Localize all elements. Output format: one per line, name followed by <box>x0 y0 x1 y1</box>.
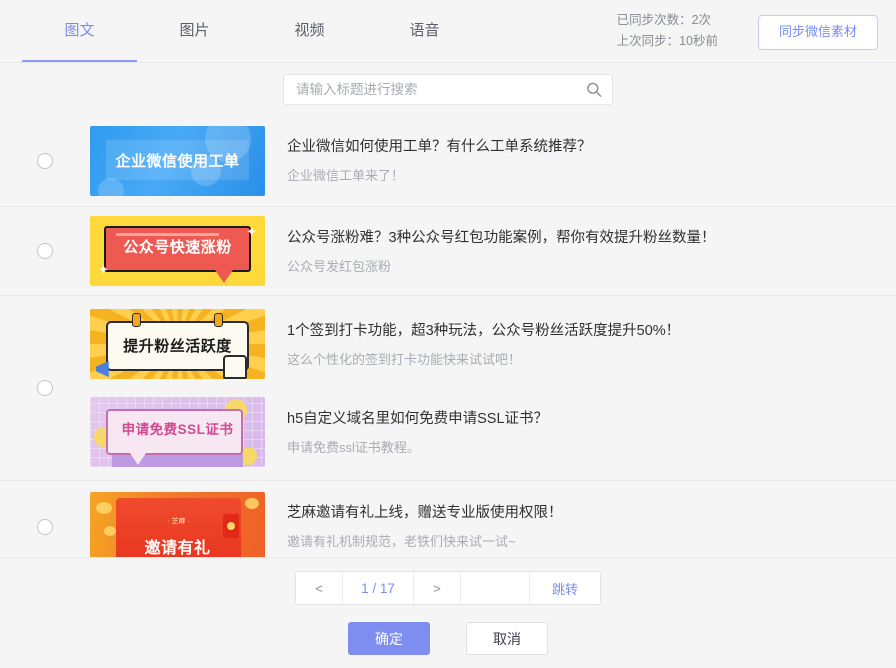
article-description: 企业微信工单来了！ <box>287 168 405 183</box>
confirm-button[interactable]: 确定 <box>348 622 430 655</box>
radio-button[interactable] <box>37 152 53 169</box>
tab-tupian[interactable]: 图片 <box>137 0 252 62</box>
pagination-jump-button[interactable]: 跳转 <box>530 572 600 604</box>
article-text: 公众号涨粉难？3种公众号红包功能案例，帮你有效提升粉丝数量！ 公众号发红包涨粉 <box>265 227 716 276</box>
article-text: 芝麻邀请有礼上线，赠送专业版使用权限！ 邀请有礼机制规范，老铁们快来试一试~ <box>265 502 563 551</box>
row-select-cell[interactable] <box>0 152 90 169</box>
pagination-current-page: 1 / 17 <box>343 572 414 604</box>
cancel-button[interactable]: 取消 <box>466 622 548 655</box>
article-text: h5自定义域名里如何免费申请SSL证书？ 申请免费ssl证书教程。 <box>265 408 548 457</box>
list-item[interactable]: ✦ ✦ 公众号快速涨粉 公众号涨粉难？3种公众号红包功能案例，帮你有效提升粉丝数量… <box>90 207 896 295</box>
radio-button[interactable] <box>37 518 53 535</box>
article-thumbnail: 企业微信使用工单 <box>90 125 265 196</box>
pagination-next-button[interactable]: > <box>414 572 461 604</box>
search-icon[interactable] <box>585 81 602 98</box>
sync-count-text: 已同步次数：2次 <box>616 13 712 27</box>
sync-wechat-material-button[interactable]: 同步微信素材 <box>758 15 878 50</box>
tab-bar: 图文 图片 视频 语音 <box>22 0 482 62</box>
list-item[interactable]: 申请免费SSL证书 h5自定义域名里如何免费申请SSL证书？ 申请免费ssl证书… <box>90 388 896 476</box>
thumbnail-label: 邀请有礼 <box>144 539 211 557</box>
table-row[interactable]: ✦ ✦ 公众号快速涨粉 公众号涨粉难？3种公众号红包功能案例，帮你有效提升粉丝数量… <box>0 207 896 296</box>
tab-yuyin[interactable]: 语音 <box>367 0 482 62</box>
pagination-page-input[interactable] <box>461 572 530 604</box>
row-select-cell[interactable] <box>0 243 90 259</box>
list-item[interactable]: 提升粉丝活跃度 1个签到打卡功能，超3种玩法，公众号粉丝活跃度提升50%！ 这么… <box>90 300 896 388</box>
tab-tuwen[interactable]: 图文 <box>22 0 137 62</box>
article-description: 申请免费ssl证书教程。 <box>287 439 420 455</box>
row-select-cell[interactable] <box>0 518 90 535</box>
thumbnail-label: 公众号快速涨粉 <box>123 239 232 256</box>
article-thumbnail: 提升粉丝活跃度 <box>90 309 265 379</box>
article-text: 1个签到打卡功能，超3种玩法，公众号粉丝活跃度提升50%！ 这么个性化的签到打卡… <box>265 320 680 369</box>
row-articles: ✦ ✦ 公众号快速涨粉 公众号涨粉难？3种公众号红包功能案例，帮你有效提升粉丝数量… <box>90 207 896 295</box>
thumbnail-label: 提升粉丝活跃度 <box>123 338 232 355</box>
row-select-cell[interactable] <box>0 380 90 396</box>
table-row[interactable]: · 芝麻 · 邀请有礼 芝麻邀请有礼上线，赠送专业版使用权限！ 邀请有礼机制规范… <box>0 481 896 557</box>
tab-shipin[interactable]: 视频 <box>252 0 367 62</box>
thumbnail-label: 企业微信使用工单 <box>115 152 240 170</box>
article-description: 公众号发红包涨粉 <box>287 258 392 274</box>
table-row[interactable]: 企业微信使用工单 企业微信如何使用工单？有什么工单系统推荐？ 企业微信工单来了！ <box>0 115 896 207</box>
search-row <box>0 63 896 115</box>
article-title[interactable]: 1个签到打卡功能，超3种玩法，公众号粉丝活跃度提升50%！ <box>287 320 680 342</box>
footer: < 1 / 17 > 跳转 确定 取消 <box>0 557 896 668</box>
search-box[interactable] <box>283 73 613 105</box>
article-text: 企业微信如何使用工单？有什么工单系统推荐？ 企业微信工单来了！ <box>265 136 592 185</box>
sync-info: 已同步次数：2次 上次同步：10秒前 <box>617 10 718 52</box>
article-thumbnail: ✦ ✦ 公众号快速涨粉 <box>90 216 265 286</box>
search-input[interactable] <box>284 74 612 104</box>
pagination-prev-button[interactable]: < <box>296 572 343 604</box>
table-row[interactable]: 提升粉丝活跃度 1个签到打卡功能，超3种玩法，公众号粉丝活跃度提升50%！ 这么… <box>0 296 896 481</box>
radio-button[interactable] <box>37 243 53 259</box>
header: 图文 图片 视频 语音 已同步次数：2次 上次同步：10秒前 同步微信素材 <box>0 0 896 63</box>
article-description: 这么个性化的签到打卡功能快来试试吧！ <box>287 351 522 367</box>
pagination[interactable]: < 1 / 17 > 跳转 <box>295 571 601 605</box>
list-item[interactable]: · 芝麻 · 邀请有礼 芝麻邀请有礼上线，赠送专业版使用权限！ 邀请有礼机制规范… <box>90 483 896 557</box>
article-title[interactable]: h5自定义域名里如何免费申请SSL证书？ <box>287 408 548 430</box>
last-sync-text: 上次同步：10秒前 <box>616 34 718 48</box>
article-title[interactable]: 公众号涨粉难？3种公众号红包功能案例，帮你有效提升粉丝数量！ <box>287 227 716 249</box>
wechat-material-picker: 图文 图片 视频 语音 已同步次数：2次 上次同步：10秒前 同步微信素材 请输… <box>0 0 896 668</box>
dialog-actions: 确定 取消 <box>348 622 548 655</box>
article-description: 邀请有礼机制规范，老铁们快来试一试~ <box>287 534 516 549</box>
row-articles: 企业微信使用工单 企业微信如何使用工单？有什么工单系统推荐？ 企业微信工单来了！ <box>90 117 896 205</box>
article-thumbnail: 申请免费SSL证书 <box>90 397 265 467</box>
article-title[interactable]: 芝麻邀请有礼上线，赠送专业版使用权限！ <box>287 502 563 524</box>
thumbnail-label: 申请免费SSL证书 <box>121 422 234 437</box>
row-articles: 提升粉丝活跃度 1个签到打卡功能，超3种玩法，公众号粉丝活跃度提升50%！ 这么… <box>90 300 896 476</box>
article-thumbnail: · 芝麻 · 邀请有礼 <box>90 491 265 557</box>
article-title[interactable]: 企业微信如何使用工单？有什么工单系统推荐？ <box>287 136 592 158</box>
row-articles: · 芝麻 · 邀请有礼 芝麻邀请有礼上线，赠送专业版使用权限！ 邀请有礼机制规范… <box>90 483 896 557</box>
list-item[interactable]: 企业微信使用工单 企业微信如何使用工单？有什么工单系统推荐？ 企业微信工单来了！ <box>90 117 896 205</box>
radio-button[interactable] <box>37 380 53 396</box>
material-list[interactable]: 企业微信使用工单 企业微信如何使用工单？有什么工单系统推荐？ 企业微信工单来了！ <box>0 115 896 557</box>
